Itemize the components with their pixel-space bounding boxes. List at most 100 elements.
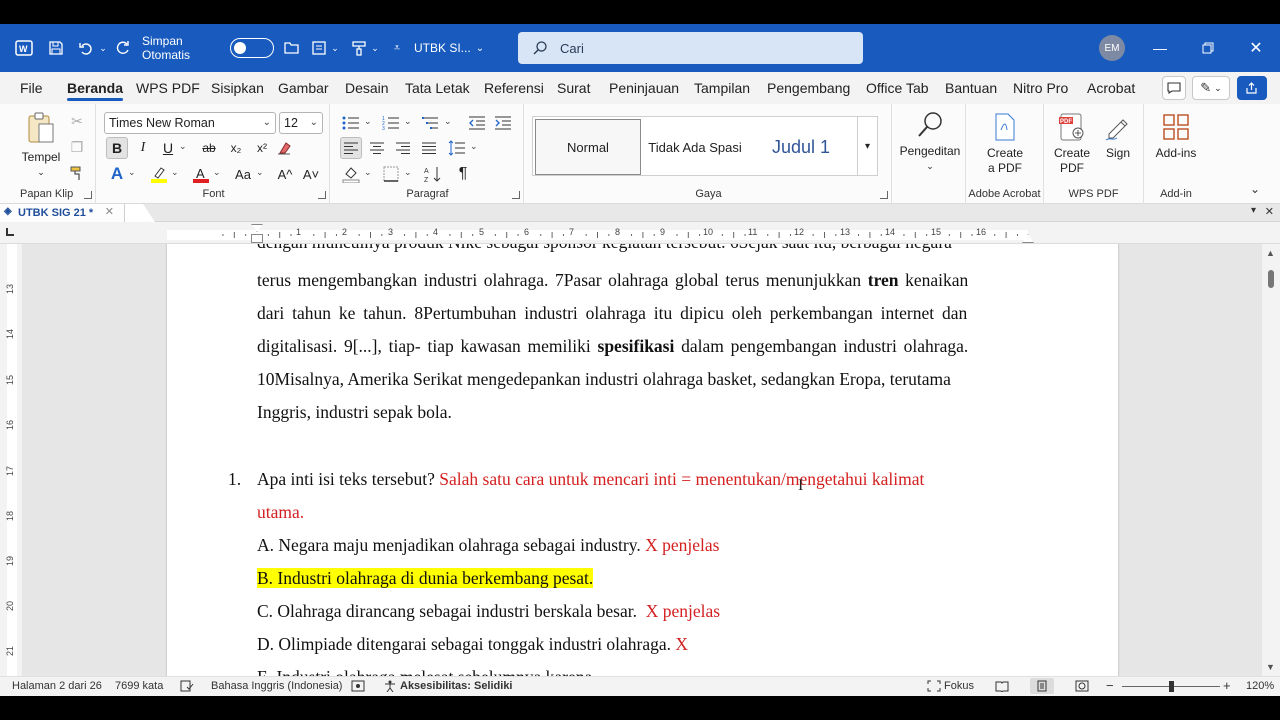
paragraph-launcher-icon[interactable]	[512, 191, 520, 199]
decrease-indent-icon[interactable]	[466, 112, 488, 134]
line-spacing-icon[interactable]	[446, 137, 468, 159]
left-indent-marker[interactable]	[251, 234, 263, 243]
read-mode-icon[interactable]	[995, 680, 1009, 695]
shading-chevron-icon[interactable]: ⌄	[364, 167, 372, 178]
user-avatar[interactable]: EM	[1098, 24, 1126, 72]
tab-file[interactable]: File	[20, 80, 43, 96]
tab-beranda[interactable]: Beranda	[67, 80, 124, 101]
document-canvas[interactable]: dengan munculnya produk Nike sebagai spo…	[22, 244, 1262, 676]
close-all-tabs-icon[interactable]: ✕	[1265, 205, 1274, 218]
case-chevron-icon[interactable]: ⌄	[256, 167, 264, 178]
font-family-select[interactable]: Times New Roman ⌄	[104, 112, 276, 134]
language[interactable]: Bahasa Inggris (Indonesia)	[211, 680, 342, 692]
format-painter-icon[interactable]	[348, 24, 370, 72]
sign-button[interactable]: Sign	[1096, 112, 1140, 161]
accessibility-status[interactable]: Aksesibilitas: Selidiki	[400, 680, 513, 692]
word-count[interactable]: 7699 kata	[115, 680, 163, 692]
styles-launcher-icon[interactable]	[880, 191, 888, 199]
bullets-icon[interactable]	[340, 112, 362, 134]
grow-font-button[interactable]: A^	[274, 163, 296, 185]
tab-sisipkan[interactable]: Sisipkan	[211, 80, 264, 96]
tab-office-tab[interactable]: Office Tab	[866, 80, 929, 96]
search-box[interactable]: Cari	[518, 32, 863, 64]
font-color-icon[interactable]: A	[190, 163, 212, 185]
numbering-chevron-icon[interactable]: ⌄	[404, 116, 412, 127]
bullets-chevron-icon[interactable]: ⌄	[364, 116, 372, 127]
print-layout-view-icon[interactable]	[1030, 678, 1054, 694]
web-layout-icon[interactable]	[1075, 680, 1089, 695]
strikethrough-button[interactable]: ab	[198, 137, 220, 159]
format-painter-brush-icon[interactable]	[66, 162, 88, 184]
comments-button[interactable]	[1162, 76, 1186, 100]
align-right-icon[interactable]	[392, 137, 414, 159]
layout-dropdown-icon[interactable]: ⌄	[330, 24, 340, 72]
document-tab[interactable]: ◈ UTBK SIG 21 * ✕	[0, 204, 125, 222]
wps-create-pdf-button[interactable]: PDF Create PDF	[1048, 112, 1096, 176]
styles-more-icon[interactable]: ▾	[857, 117, 877, 175]
close-icon[interactable]: ✕	[1241, 24, 1271, 72]
multilevel-chevron-icon[interactable]: ⌄	[444, 116, 452, 127]
style-normal[interactable]: Normal	[535, 119, 641, 175]
style-no-spacing[interactable]: Tidak Ada Spasi	[643, 119, 747, 175]
accessibility-icon[interactable]	[384, 680, 396, 695]
create-a-pdf-button[interactable]: Create a PDF	[966, 112, 1044, 176]
zoom-in-icon[interactable]: +	[1223, 678, 1231, 693]
editing-mode-button[interactable]: ✎ ⌄	[1192, 76, 1230, 100]
restore-icon[interactable]	[1193, 24, 1223, 72]
multilevel-list-icon[interactable]	[420, 112, 442, 134]
tab-tampilan[interactable]: Tampilan	[694, 80, 750, 96]
document-page[interactable]: dengan munculnya produk Nike sebagai spo…	[167, 244, 1118, 676]
clipboard-launcher-icon[interactable]	[84, 191, 92, 199]
highlight-chevron-icon[interactable]: ⌄	[171, 167, 179, 178]
autosave-toggle[interactable]	[229, 24, 275, 72]
undo-dropdown-icon[interactable]: ⌄	[98, 24, 108, 72]
align-center-icon[interactable]	[366, 137, 388, 159]
file-name[interactable]: UTBK SI...	[414, 24, 472, 72]
customize-qat-icon[interactable]: ⩡	[387, 24, 407, 72]
borders-chevron-icon[interactable]: ⌄	[404, 167, 412, 178]
scroll-down-icon[interactable]: ▼	[1266, 662, 1275, 672]
font-size-select[interactable]: 12 ⌄	[279, 112, 323, 134]
justify-icon[interactable]	[418, 137, 440, 159]
add-ins-button[interactable]: Add-ins	[1144, 112, 1208, 161]
text-predictions-icon[interactable]	[351, 680, 365, 695]
paste-button[interactable]: Tempel ⌄	[20, 110, 62, 180]
cut-icon[interactable]: ✂	[66, 110, 88, 132]
minimize-icon[interactable]: —	[1145, 24, 1175, 72]
proofing-icon[interactable]	[180, 680, 194, 695]
text-effects-icon[interactable]: A	[106, 163, 128, 185]
bold-button[interactable]: B	[106, 137, 128, 159]
shrink-font-button[interactable]: A˅	[300, 163, 322, 185]
filename-chevron-icon[interactable]: ⌄	[473, 24, 487, 72]
editing-button[interactable]: Pengeditan ⌄	[894, 110, 966, 174]
font-color-chevron-icon[interactable]: ⌄	[213, 167, 221, 178]
tab-acrobat[interactable]: Acrobat	[1087, 80, 1135, 96]
tab-surat[interactable]: Surat	[557, 80, 590, 96]
copy-icon[interactable]: ❐	[66, 136, 88, 158]
tab-nitro-pro[interactable]: Nitro Pro	[1013, 80, 1068, 96]
numbering-icon[interactable]: 123	[380, 112, 402, 134]
subscript-button[interactable]: x₂	[225, 137, 247, 159]
document-tab-close-icon[interactable]: ✕	[105, 205, 114, 218]
open-folder-icon[interactable]	[282, 24, 302, 72]
clear-formatting-icon[interactable]	[273, 137, 295, 159]
focus-icon[interactable]	[927, 680, 941, 695]
highlight-color-icon[interactable]	[148, 163, 170, 185]
borders-icon[interactable]	[380, 163, 402, 185]
superscript-button[interactable]: x²	[251, 137, 273, 159]
page-count[interactable]: Halaman 2 dari 26	[12, 680, 102, 692]
italic-button[interactable]: I	[132, 137, 154, 159]
tab-wps-pdf[interactable]: WPS PDF	[136, 80, 200, 96]
change-case-button[interactable]: Aa	[230, 163, 256, 185]
show-formatting-button[interactable]: ¶	[452, 163, 474, 185]
zoom-slider-thumb[interactable]	[1169, 681, 1174, 692]
tab-referensi[interactable]: Referensi	[484, 80, 544, 96]
tab-peninjauan[interactable]: Peninjauan	[609, 80, 679, 96]
sort-icon[interactable]: AZ	[422, 163, 444, 185]
underline-chevron-icon[interactable]: ⌄	[179, 141, 187, 152]
scroll-thumb[interactable]	[1268, 270, 1274, 288]
new-tab-slot[interactable]	[125, 204, 155, 222]
line-spacing-chevron-icon[interactable]: ⌄	[470, 141, 478, 152]
style-heading-1[interactable]: Judul 1	[749, 119, 853, 175]
print-layout-icon[interactable]	[308, 24, 330, 72]
